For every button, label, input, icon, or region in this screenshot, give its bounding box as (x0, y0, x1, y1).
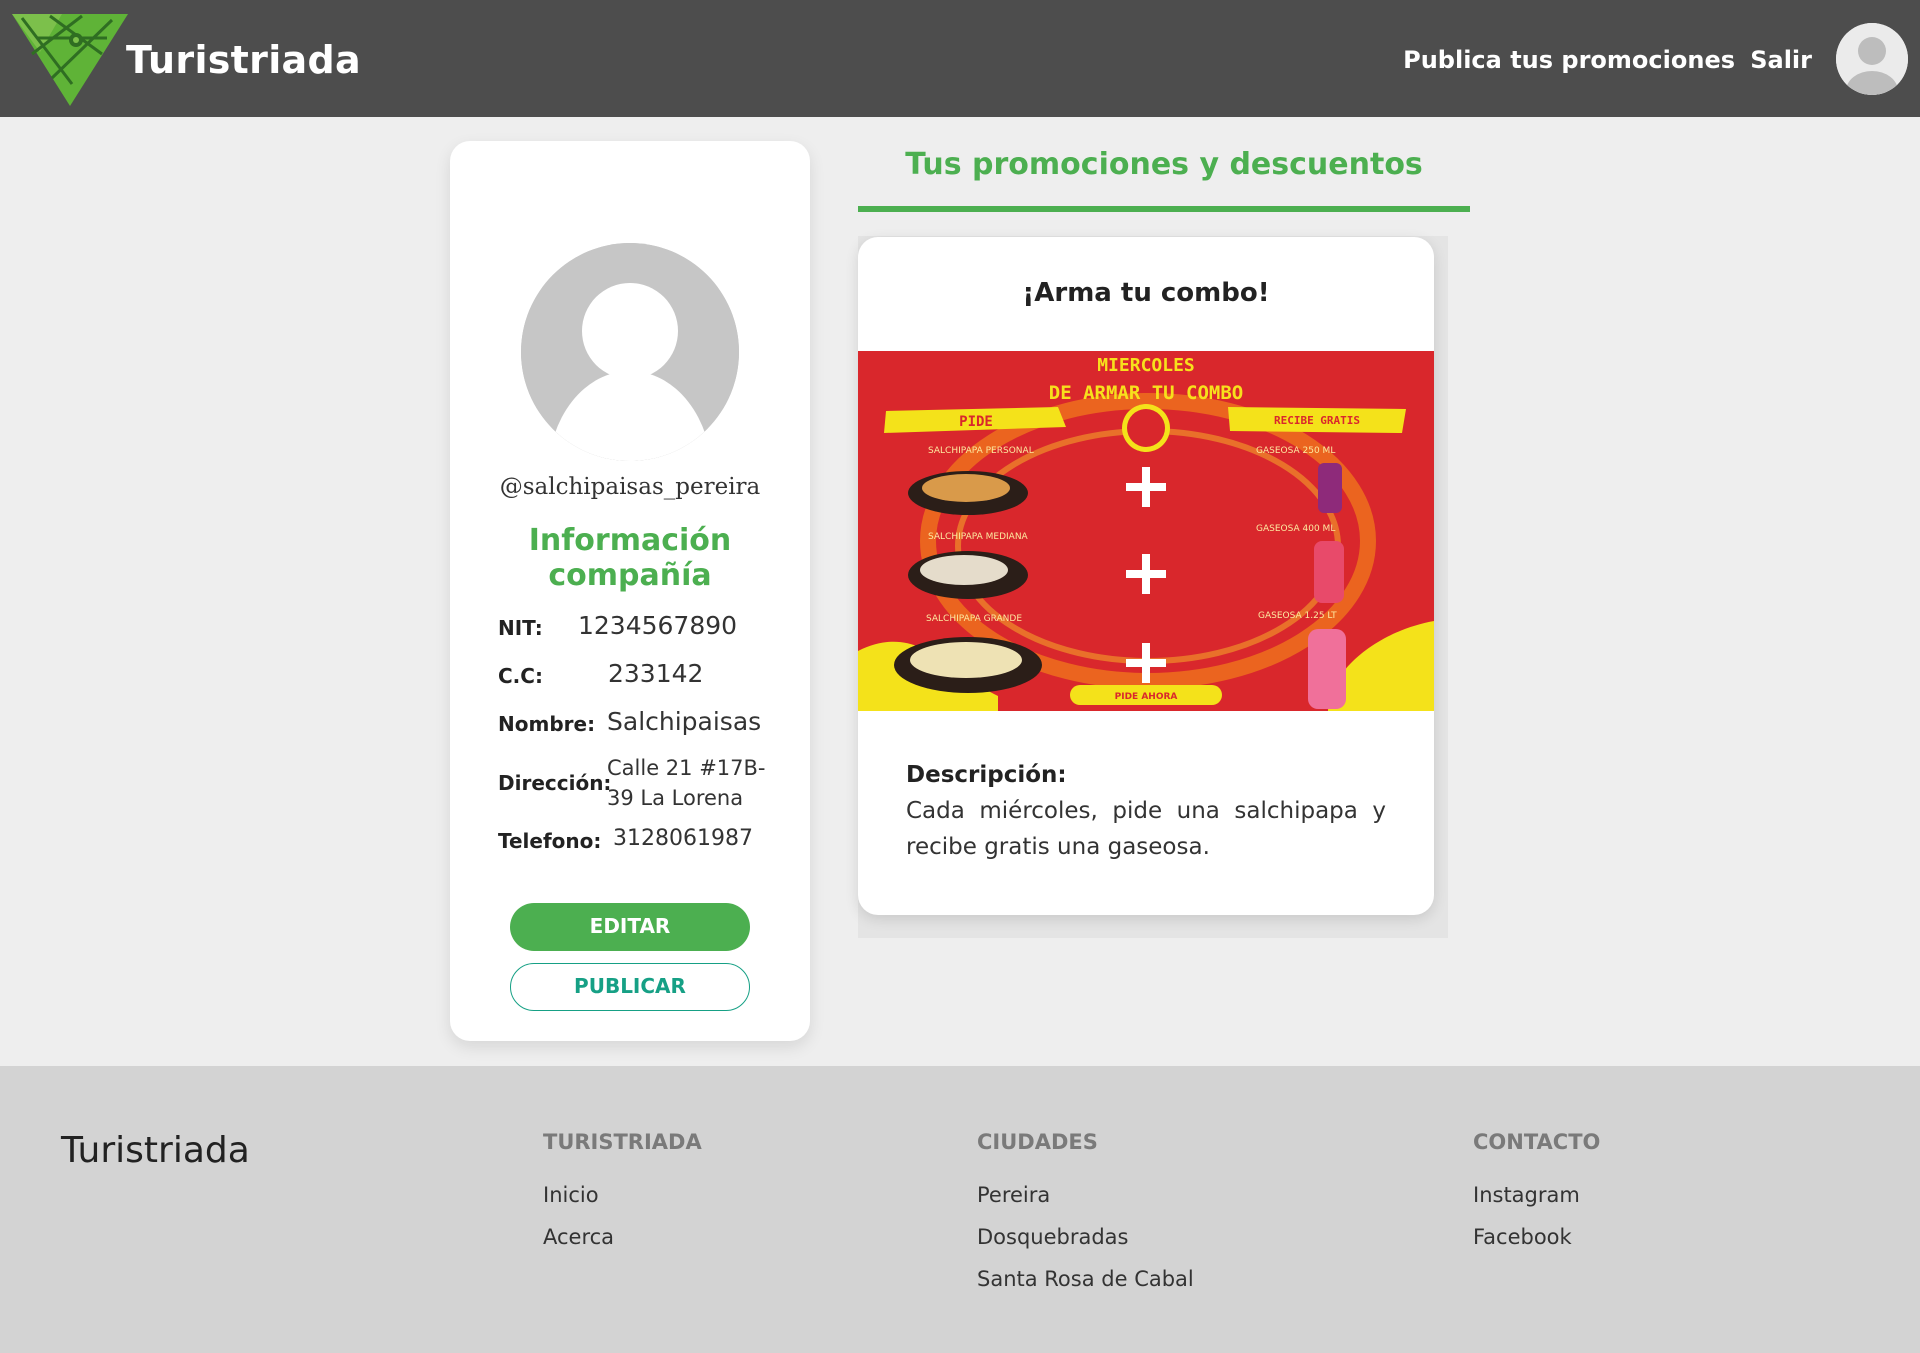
top-header: Turistriada Publica tus promociones Sali… (0, 0, 1920, 117)
publish-promotions-link[interactable]: Publica tus promociones (1403, 46, 1735, 74)
image-headline-1: MIERCOLES (1097, 355, 1195, 376)
company-avatar (521, 243, 739, 461)
description-label: Descripción: (906, 762, 1067, 788)
promotions-header: Tus promociones y descuentos (905, 147, 1423, 182)
image-item-right-3: GASEOSA 1.25 LT (1258, 611, 1337, 621)
footer-brand: Turistriada (61, 1130, 250, 1171)
footer-col-title-contacto: CONTACTO (1473, 1130, 1601, 1154)
image-pide-tag: PIDE (959, 414, 993, 430)
footer-link-inicio[interactable]: Inicio (543, 1183, 599, 1207)
footer-link-acerca[interactable]: Acerca (543, 1225, 614, 1249)
logout-link[interactable]: Salir (1750, 46, 1812, 74)
phone-label: Telefono: (498, 829, 602, 853)
description-text: Cada miércoles, pide una salchipapa y re… (906, 798, 1386, 860)
footer-link-instagram[interactable]: Instagram (1473, 1183, 1580, 1207)
footer-link-dosquebradas[interactable]: Dosquebradas (977, 1225, 1129, 1249)
image-item-right-2: GASEOSA 400 ML (1256, 524, 1335, 534)
promotion-card[interactable]: ¡Arma tu combo! MIERCOLES DE ARMAR TU CO… (858, 237, 1434, 915)
promotion-image: MIERCOLES DE ARMAR TU COMBO PIDE RECIBE … (858, 351, 1434, 711)
publish-button[interactable]: PUBLICAR (510, 963, 750, 1011)
footer-col-title-turistriada: TURISTRIADA (543, 1130, 702, 1154)
name-value: Salchipaisas (607, 707, 762, 736)
footer-link-santa-rosa[interactable]: Santa Rosa de Cabal (977, 1267, 1194, 1291)
promotions-header-underline (858, 206, 1470, 212)
image-item-left-2: SALCHIPAPA MEDIANA (928, 532, 1029, 542)
company-username: @salchipaisas_pereira (499, 474, 761, 500)
address-label: Dirección: (498, 771, 612, 795)
nit-label: NIT: (498, 616, 543, 640)
nit-value: 1234567890 (578, 611, 738, 640)
edit-button[interactable]: EDITAR (510, 903, 750, 951)
image-recibe-tag: RECIBE GRATIS (1274, 414, 1360, 427)
image-item-left-1: SALCHIPAPA PERSONAL (928, 446, 1034, 456)
company-profile-card: @salchipaisas_pereira Información compañ… (450, 141, 810, 1041)
image-cta: PIDE AHORA (1115, 692, 1178, 702)
page-footer: Turistriada TURISTRIADA Inicio Acerca CI… (0, 1066, 1920, 1353)
footer-link-pereira[interactable]: Pereira (977, 1183, 1050, 1207)
cc-label: C.C: (498, 664, 543, 688)
image-item-right-1: GASEOSA 250 ML (1256, 446, 1335, 456)
promotion-title: ¡Arma tu combo! (1022, 278, 1270, 308)
footer-link-facebook[interactable]: Facebook (1473, 1225, 1572, 1249)
footer-col-title-ciudades: CIUDADES (977, 1130, 1098, 1154)
company-info-title: Información compañía (528, 523, 732, 593)
user-avatar-icon[interactable] (1836, 23, 1908, 95)
image-item-left-3: SALCHIPAPA GRANDE (926, 614, 1022, 624)
address-value: Calle 21 #17B-39 La Lorena (607, 756, 766, 810)
brand-name[interactable]: Turistriada (126, 38, 361, 82)
cc-value: 233142 (608, 659, 704, 688)
name-label: Nombre: (498, 712, 596, 736)
image-headline-2: DE ARMAR TU COMBO (1049, 382, 1243, 404)
turistriada-logo-icon[interactable] (12, 14, 128, 106)
phone-value: 3128061987 (613, 826, 753, 851)
